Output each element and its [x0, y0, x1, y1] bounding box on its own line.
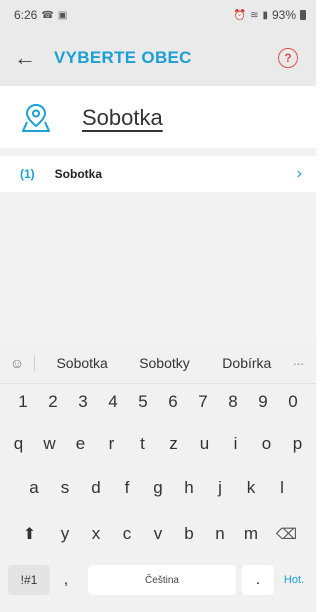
key-a[interactable]: a — [19, 470, 50, 506]
list-item[interactable]: (1) Sobotka › — [0, 156, 316, 192]
page-title: VYBERTE OBEC — [54, 48, 192, 67]
help-icon: ? — [284, 51, 292, 65]
battery-icon — [300, 10, 306, 20]
suggestion-2[interactable]: Sobotky — [123, 355, 205, 371]
shift-key[interactable]: ⬆ — [10, 516, 50, 552]
key-m[interactable]: m — [236, 516, 267, 552]
divider — [0, 148, 316, 156]
result-name: Sobotka — [54, 167, 103, 181]
key-h[interactable]: h — [174, 470, 205, 506]
more-icon[interactable]: ··· — [288, 355, 308, 371]
status-right: ⏰ ≋ ▮ 93% — [234, 8, 306, 22]
suggestion-divider — [34, 354, 35, 371]
key-8[interactable]: 8 — [218, 384, 248, 420]
key-g[interactable]: g — [143, 470, 174, 506]
key-b[interactable]: b — [174, 516, 205, 552]
keyboard-row-top: q w e r t z u i o p — [0, 426, 316, 462]
key-0[interactable]: 0 — [278, 384, 308, 420]
key-1[interactable]: 1 — [8, 384, 38, 420]
key-t[interactable]: t — [127, 426, 158, 462]
key-z[interactable]: z — [158, 426, 189, 462]
key-s[interactable]: s — [50, 470, 81, 506]
key-r[interactable]: r — [96, 426, 127, 462]
battery-percent: 93% — [271, 8, 296, 22]
key-9[interactable]: 9 — [248, 384, 278, 420]
keyboard: ☺ Sobotka Sobotky Dobírka ··· 1 2 3 4 5 … — [0, 342, 316, 612]
period-key[interactable]: . — [242, 565, 274, 595]
keyboard-row-function: !#1 , Čeština . Hot. — [0, 562, 316, 598]
map-pin-icon — [22, 103, 50, 132]
chevron-right-icon: › — [296, 165, 302, 182]
help-button[interactable]: ? — [278, 48, 298, 68]
search-input[interactable]: Sobotka — [82, 105, 163, 131]
key-4[interactable]: 4 — [98, 384, 128, 420]
back-button[interactable]: ← — [0, 30, 50, 86]
key-l[interactable]: l — [267, 470, 298, 506]
key-y[interactable]: y — [50, 516, 81, 552]
key-v[interactable]: v — [143, 516, 174, 552]
search-row: Sobotka — [0, 86, 316, 150]
key-i[interactable]: i — [220, 426, 251, 462]
key-c[interactable]: c — [112, 516, 143, 552]
key-j[interactable]: j — [205, 470, 236, 506]
key-7[interactable]: 7 — [188, 384, 218, 420]
shift-icon: ⬆ — [22, 526, 37, 543]
gallery-icon: ▣ — [57, 9, 68, 21]
status-left: 6:26 ☎ ▣ — [14, 8, 67, 22]
key-w[interactable]: w — [34, 426, 65, 462]
key-d[interactable]: d — [81, 470, 112, 506]
key-n[interactable]: n — [205, 516, 236, 552]
key-q[interactable]: q — [3, 426, 34, 462]
key-x[interactable]: x — [81, 516, 112, 552]
key-p[interactable]: p — [282, 426, 313, 462]
suggestion-bar: ☺ Sobotka Sobotky Dobírka ··· — [0, 342, 316, 384]
status-time: 6:26 — [14, 8, 38, 22]
comma-key[interactable]: , — [50, 562, 82, 598]
result-number: (1) — [20, 167, 35, 181]
space-key[interactable]: Čeština — [88, 565, 236, 595]
backspace-key[interactable]: ⌫ — [267, 516, 307, 552]
key-u[interactable]: u — [189, 426, 220, 462]
key-o[interactable]: o — [251, 426, 282, 462]
symbols-key[interactable]: !#1 — [8, 565, 50, 595]
emoji-icon[interactable]: ☺ — [6, 355, 28, 371]
key-5[interactable]: 5 — [128, 384, 158, 420]
key-2[interactable]: 2 — [38, 384, 68, 420]
key-6[interactable]: 6 — [158, 384, 188, 420]
key-3[interactable]: 3 — [68, 384, 98, 420]
backspace-icon: ⌫ — [275, 526, 298, 543]
back-arrow-icon: ← — [14, 45, 36, 70]
keyboard-row-middle: a s d f g h j k l — [0, 470, 316, 506]
key-e[interactable]: e — [65, 426, 96, 462]
status-bar: 6:26 ☎ ▣ ⏰ ≋ ▮ 93% — [0, 0, 316, 30]
empty-area — [0, 192, 316, 342]
phone-icon: ☎ — [41, 9, 54, 21]
key-k[interactable]: k — [236, 470, 267, 506]
keyboard-row-bottom: ⬆ y x c v b n m ⌫ — [0, 516, 316, 552]
wifi-icon: ≋ — [250, 9, 259, 21]
suggestion-1[interactable]: Sobotka — [41, 355, 123, 371]
go-key[interactable]: Hot. — [274, 562, 314, 598]
keyboard-row-numbers: 1 2 3 4 5 6 7 8 9 0 — [0, 384, 316, 420]
signal-icon: ▮ — [262, 9, 268, 21]
app-bar: ← VYBERTE OBEC ? — [0, 30, 316, 86]
suggestion-3[interactable]: Dobírka — [206, 355, 288, 371]
key-f[interactable]: f — [112, 470, 143, 506]
alarm-icon: ⏰ — [233, 9, 247, 21]
